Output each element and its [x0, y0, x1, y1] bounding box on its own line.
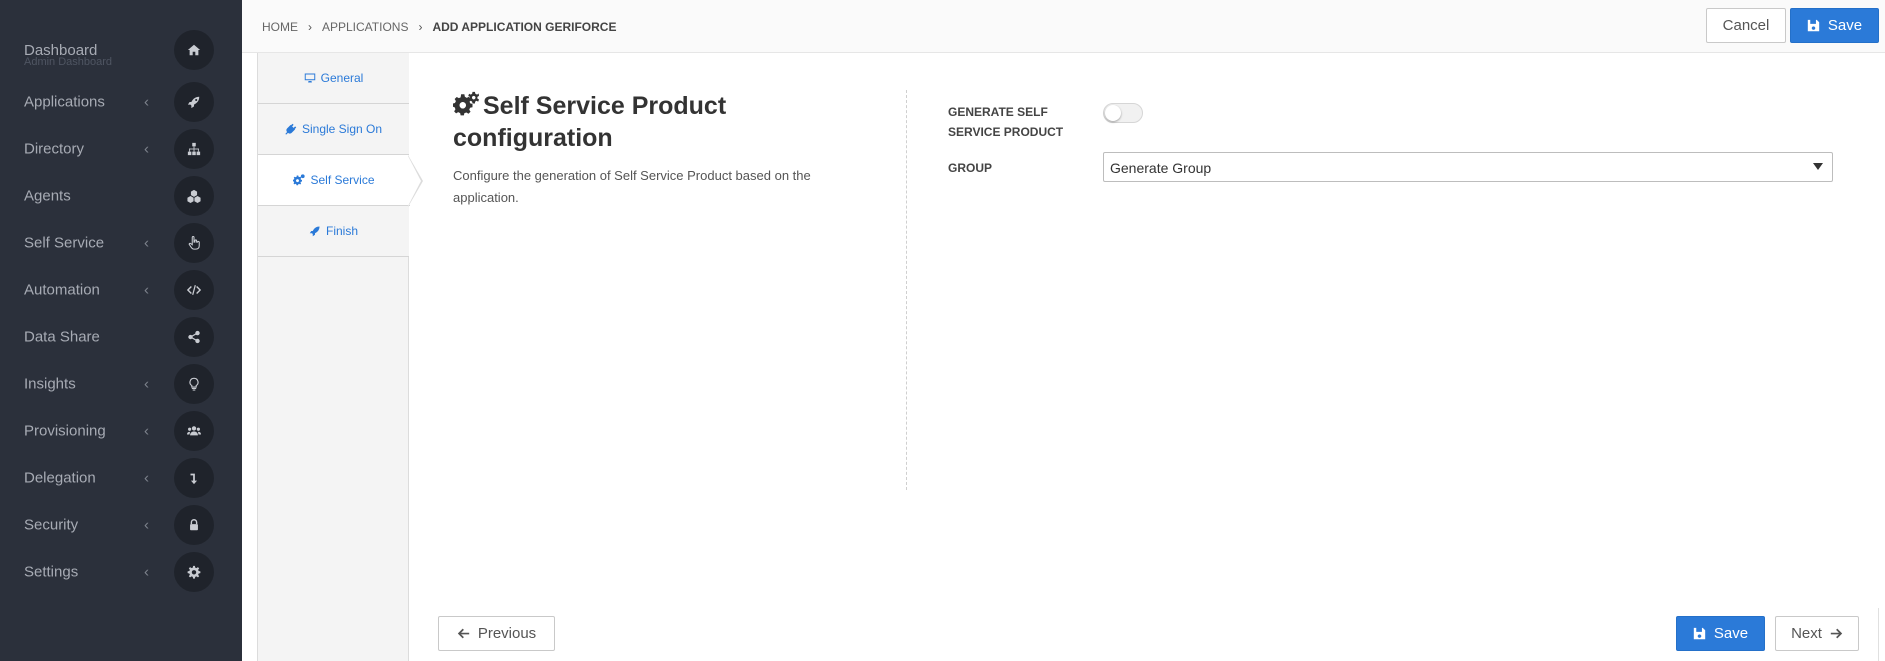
wizard-tabs: General Single Sign On Self Service Fini…	[257, 53, 410, 661]
sidebar-item-security[interactable]: Security ‹	[0, 502, 242, 548]
chevron-left-icon: ‹	[144, 516, 149, 534]
tab-label: Single Sign On	[301, 122, 383, 136]
sidebar-item-label: Insights	[24, 375, 76, 393]
chevron-left-icon: ‹	[144, 93, 149, 111]
cancel-button-label: Cancel	[1722, 17, 1770, 34]
code-icon	[174, 270, 214, 310]
sidebar-item-settings[interactable]: Settings ‹	[0, 549, 242, 595]
gear-icon	[174, 552, 214, 592]
lock-icon	[174, 505, 214, 545]
footer-save-button[interactable]: Save	[1676, 616, 1765, 651]
chevron-right-icon: ›	[308, 19, 312, 34]
plug-icon	[285, 123, 297, 135]
sidebar-item-label: Applications	[24, 93, 105, 111]
sidebar-item-label: Automation	[24, 281, 100, 299]
tab-single-sign-on[interactable]: Single Sign On	[258, 104, 409, 155]
scroll-edge	[1878, 608, 1879, 661]
sidebar-item-delegation[interactable]: Delegation ‹	[0, 455, 242, 501]
sidebar: Dashboard Admin Dashboard Applications ‹…	[0, 0, 242, 661]
gears-icon	[453, 91, 479, 116]
previous-button-label: Previous	[477, 625, 537, 642]
breadcrumb-current: ADD APPLICATION GERIFORCE	[432, 19, 617, 34]
group-select[interactable]: Generate Group	[1103, 152, 1833, 182]
group-label: GROUP	[948, 161, 993, 175]
users-icon	[174, 411, 214, 451]
column-divider	[906, 90, 907, 490]
sidebar-item-directory[interactable]: Directory ‹	[0, 126, 242, 172]
sitemap-icon	[174, 129, 214, 169]
cubes-icon	[174, 176, 214, 216]
previous-button[interactable]: Previous	[438, 616, 555, 651]
generate-self-service-toggle[interactable]	[1103, 103, 1143, 123]
chevron-left-icon: ‹	[144, 469, 149, 487]
sidebar-item-label: Provisioning	[24, 422, 106, 440]
sidebar-item-sublabel: Admin Dashboard	[24, 56, 113, 68]
top-bar: HOME › APPLICATIONS › ADD APPLICATION GERIFO…	[242, 0, 1885, 53]
tab-label: Finish	[325, 224, 358, 238]
chevron-right-icon: ›	[418, 19, 423, 34]
sidebar-item-automation[interactable]: Automation ‹	[0, 267, 242, 313]
chevron-left-icon: ‹	[144, 281, 149, 299]
save-button-label: Save	[1827, 17, 1863, 34]
toggle-knob	[1105, 105, 1121, 121]
chevron-left-icon: ‹	[144, 234, 149, 252]
footer-save-button-label: Save	[1713, 625, 1749, 642]
lightbulb-icon	[174, 364, 214, 404]
level-down-icon	[174, 458, 214, 498]
tab-label: General	[320, 71, 364, 85]
floppy-disk-icon	[1807, 19, 1820, 32]
chevron-left-icon: ‹	[144, 140, 149, 158]
sidebar-item-provisioning[interactable]: Provisioning ‹	[0, 408, 242, 454]
sidebar-item-self-service[interactable]: Self Service ‹	[0, 220, 242, 266]
breadcrumb-applications[interactable]: APPLICATIONS	[322, 20, 408, 34]
next-button-label: Next	[1791, 625, 1822, 642]
breadcrumb-home[interactable]: HOME	[262, 20, 298, 34]
sidebar-item-dashboard[interactable]: Dashboard Admin Dashboard	[0, 26, 242, 74]
floppy-disk-icon	[1693, 627, 1706, 640]
section-title-text: Self Service Product configuration	[453, 92, 727, 152]
share-icon	[174, 317, 214, 357]
active-tab-pointer-fill	[408, 156, 421, 206]
gears-icon	[293, 174, 306, 186]
sidebar-item-label: Delegation	[24, 469, 96, 487]
cancel-button[interactable]: Cancel	[1706, 8, 1786, 43]
arrow-left-icon	[457, 628, 469, 639]
arrow-right-icon	[1830, 628, 1843, 639]
rocket-icon	[174, 82, 214, 122]
tab-label: Self Service	[310, 173, 375, 187]
sidebar-item-label: Data Share	[24, 328, 100, 346]
chevron-left-icon: ‹	[144, 563, 149, 581]
generate-self-service-label: GENERATE SELF SERVICE PRODUCT	[948, 105, 1064, 139]
save-button[interactable]: Save	[1790, 8, 1879, 43]
section-description: Configure the generation of Self Service…	[453, 168, 811, 205]
tab-general[interactable]: General	[258, 53, 409, 104]
chevron-left-icon: ‹	[144, 375, 149, 393]
section-title: Self Service Product configuration	[453, 90, 783, 154]
next-button[interactable]: Next	[1775, 616, 1859, 651]
sidebar-item-label: Directory	[24, 140, 85, 158]
tab-finish[interactable]: Finish	[258, 206, 409, 257]
sidebar-item-label: Settings	[24, 563, 79, 581]
tab-self-service[interactable]: Self Service	[258, 155, 410, 206]
sidebar-item-data-share[interactable]: Data Share	[0, 314, 242, 360]
breadcrumb: HOME › APPLICATIONS › ADD APPLICATION GERIFO…	[262, 19, 616, 34]
sidebar-item-label: Agents	[24, 187, 71, 205]
hand-pointer-icon	[174, 223, 214, 263]
sidebar-item-agents[interactable]: Agents	[0, 173, 242, 219]
rocket-icon	[309, 226, 320, 237]
home-icon	[174, 30, 214, 70]
group-select-value: Generate Group	[1110, 160, 1212, 176]
desktop-icon	[304, 73, 315, 83]
sidebar-item-label: Security	[24, 516, 79, 534]
chevron-left-icon: ‹	[144, 422, 149, 440]
sidebar-item-insights[interactable]: Insights ‹	[0, 361, 242, 407]
caret-down-icon	[1813, 163, 1823, 170]
sidebar-item-label: Self Service	[24, 234, 105, 252]
sidebar-item-applications[interactable]: Applications ‹	[0, 79, 242, 125]
